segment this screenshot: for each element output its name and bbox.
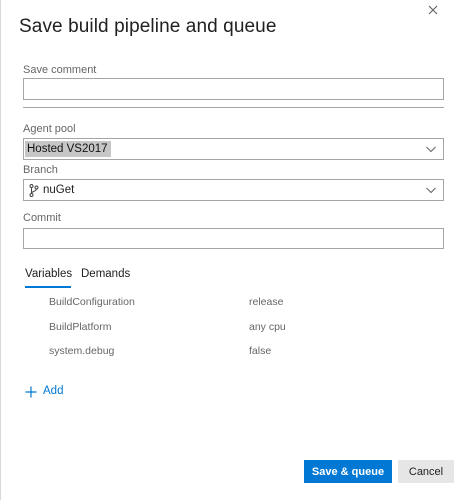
variable-value: false — [249, 345, 272, 357]
agent-pool-label: Agent pool — [23, 123, 76, 135]
close-icon — [428, 5, 438, 15]
branch-value: nuGet — [43, 184, 75, 196]
variable-row[interactable]: BuildPlatform any cpu — [1, 318, 474, 338]
chevron-down-icon — [426, 187, 436, 194]
agent-pool-select[interactable]: Hosted VS2017 — [23, 138, 444, 160]
variable-value: release — [249, 296, 284, 308]
variable-row[interactable]: BuildConfiguration release — [1, 293, 474, 313]
agent-pool-value: Hosted VS2017 — [25, 141, 111, 157]
variable-row[interactable]: system.debug false — [1, 342, 474, 362]
tab-demands[interactable]: Demands — [81, 268, 130, 280]
branch-label: Branch — [23, 164, 58, 176]
variable-name: BuildConfiguration — [49, 296, 135, 308]
cancel-button[interactable]: Cancel — [398, 460, 454, 483]
close-button[interactable] — [425, 2, 441, 18]
save-comment-input[interactable] — [23, 78, 444, 100]
dialog-title: Save build pipeline and queue — [19, 16, 277, 37]
save-comment-label: Save comment — [23, 64, 97, 76]
section-divider — [23, 107, 444, 108]
variable-name: system.debug — [49, 345, 115, 357]
branch-select[interactable]: nuGet — [23, 179, 444, 201]
active-tab-indicator — [25, 286, 71, 288]
commit-input[interactable] — [23, 228, 444, 249]
chevron-down-icon — [426, 146, 436, 153]
add-label: Add — [43, 385, 64, 397]
save-and-queue-button[interactable]: Save & queue — [304, 460, 392, 483]
git-branch-icon — [29, 184, 39, 197]
commit-label: Commit — [23, 212, 61, 224]
variable-name: BuildPlatform — [49, 321, 112, 333]
variable-value: any cpu — [249, 321, 286, 333]
plus-icon — [25, 386, 37, 398]
tab-variables[interactable]: Variables — [25, 268, 72, 280]
save-queue-dialog: Save build pipeline and queue Save comme… — [0, 0, 474, 500]
